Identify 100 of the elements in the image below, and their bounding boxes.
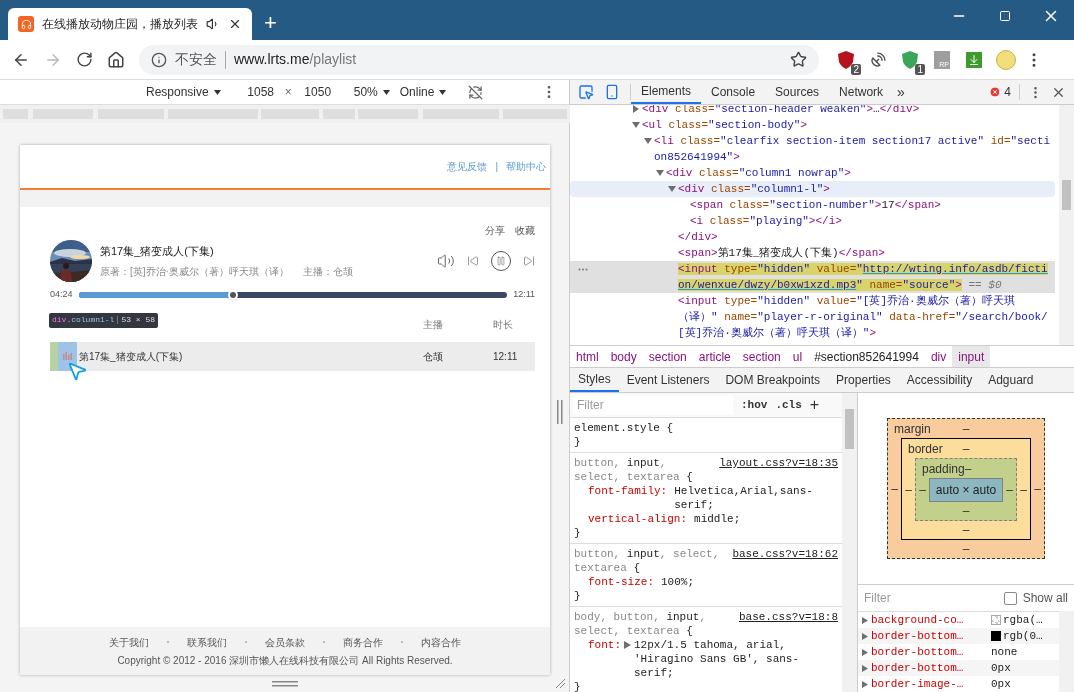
bookmark-star-icon[interactable] xyxy=(790,51,807,68)
download-icon[interactable] xyxy=(966,51,982,68)
device-dropdown[interactable]: Responsive xyxy=(146,83,221,101)
breadcrumb[interactable]: section xyxy=(736,346,787,367)
splitter-handle-icon[interactable] xyxy=(556,399,563,424)
breadcrumb[interactable]: html xyxy=(570,346,605,367)
css-property[interactable]: vertical-align: xyxy=(588,512,688,526)
home-icon[interactable] xyxy=(107,50,125,69)
styles-tab[interactable]: Accessibility xyxy=(898,368,981,392)
scrollbar[interactable] xyxy=(842,393,857,692)
css-property[interactable]: font: xyxy=(588,638,621,652)
color-swatch[interactable] xyxy=(991,615,1001,625)
close-icon[interactable] xyxy=(228,17,242,31)
css-value[interactable]: Helvetica,Arial,sans-serif; xyxy=(674,484,838,512)
satellite-dish-icon[interactable] xyxy=(869,51,887,68)
rule-source-link[interactable]: base.css?v=18:8 xyxy=(738,610,838,624)
rule-source-link[interactable]: base.css?v=18:62 xyxy=(732,547,838,561)
css-value[interactable]: 12px/1.5 tahoma, arial, 'Hiragino Sans GB', sans-serif; xyxy=(634,638,838,680)
inspect-icon[interactable] xyxy=(578,84,594,100)
dom-node[interactable]: <div class="column1-l"> xyxy=(678,181,1055,197)
footer-link[interactable]: 会员条款 xyxy=(265,634,305,650)
track-row[interactable]: 第17集_猪变成人(下集) 仓颉 12:11 xyxy=(50,341,535,371)
rule-source-link[interactable]: layout.css?v=18:35 xyxy=(719,456,838,470)
dom-node[interactable]: <span>第17集_猪变成人(下集)</span> xyxy=(678,245,1055,261)
new-rule-button[interactable]: + xyxy=(809,393,820,417)
devtools-tab[interactable]: Console xyxy=(701,80,766,104)
dom-closing-tag[interactable]: </div> xyxy=(678,229,718,245)
expand-arrow-icon[interactable] xyxy=(624,641,631,649)
action-link[interactable]: 收藏 xyxy=(515,223,535,238)
device-toggle-icon[interactable] xyxy=(604,84,620,100)
scrollbar[interactable] xyxy=(1059,611,1074,692)
footer-link[interactable]: 商务合作 xyxy=(343,634,383,650)
footer-link[interactable]: 关于我们 xyxy=(109,634,149,650)
expand-arrow-icon[interactable] xyxy=(668,185,676,193)
new-tab-button[interactable]: + xyxy=(264,12,277,34)
breadcrumb[interactable]: div xyxy=(924,346,953,367)
shield-icon[interactable] xyxy=(838,50,854,69)
devtools-tab[interactable]: Elements xyxy=(631,80,702,104)
styles-tab[interactable]: Adguard xyxy=(980,368,1042,392)
devtools-tab[interactable]: Sources xyxy=(765,80,830,104)
throttle-dropdown[interactable]: Online xyxy=(399,83,447,101)
expand-arrow-icon[interactable] xyxy=(656,169,664,177)
filter-field[interactable]: Filter xyxy=(573,395,733,415)
resize-handle-icon[interactable] xyxy=(272,680,298,687)
selected-row[interactable]: <input type="hidden" value="http://wting.info/asdb/fiction/wenxue/dwzy/b0xw1xzd.mp3" name="source"> == $0 xyxy=(570,261,1055,293)
hover-state-button[interactable]: :hov xyxy=(741,396,768,414)
css-property[interactable]: font-family: xyxy=(588,484,668,498)
css-property[interactable]: font-size: xyxy=(588,575,654,589)
width-field[interactable]: 1058 xyxy=(240,83,281,101)
color-swatch[interactable] xyxy=(991,631,1001,641)
previous-icon[interactable] xyxy=(467,255,479,267)
dom-node[interactable]: <span class="section-number">17</span> xyxy=(690,197,1055,213)
dom-node[interactable]: <i class="playing"></i> xyxy=(690,213,1055,229)
progress-track[interactable] xyxy=(78,291,508,298)
volume-icon[interactable] xyxy=(437,252,455,270)
footer-link[interactable]: 联系我们 xyxy=(187,634,227,650)
info-icon[interactable] xyxy=(151,51,167,68)
next-icon[interactable] xyxy=(523,255,535,267)
styles-tab[interactable]: DOM Breakpoints xyxy=(717,368,829,392)
reload-icon[interactable] xyxy=(76,51,93,68)
devtools-tab[interactable]: Network xyxy=(829,80,894,104)
breadcrumb[interactable]: section xyxy=(642,346,693,367)
expand-arrow-icon[interactable] xyxy=(632,105,640,113)
action-link[interactable]: 分享 xyxy=(485,223,505,238)
address-bar[interactable]: 不安全 www.lrts.me/playlist xyxy=(139,44,819,75)
footer-link[interactable]: 内容合作 xyxy=(421,634,461,650)
dom-node[interactable]: <li class="clearfix section-item section17 active" id="section852641994"> xyxy=(654,133,1055,165)
styles-tab[interactable]: Properties xyxy=(828,368,899,392)
breadcrumb[interactable]: #section852641994 xyxy=(808,346,925,367)
breadcrumb[interactable]: article xyxy=(692,346,737,367)
class-toggle-button[interactable]: .cls xyxy=(775,396,802,414)
hovered-row[interactable]: <div class="column1-l"> xyxy=(570,181,1055,197)
shield-icon[interactable] xyxy=(902,50,918,69)
maximize-icon[interactable] xyxy=(999,10,1011,22)
dom-node[interactable]: <ul class="section-body"> xyxy=(642,117,1055,133)
dimension-separator: × xyxy=(284,84,292,101)
expand-arrow-icon[interactable] xyxy=(632,121,640,129)
zoom-dropdown[interactable]: 50% xyxy=(353,83,390,101)
css-value[interactable]: 100%; xyxy=(661,575,838,589)
height-field[interactable]: 1050 xyxy=(297,83,338,101)
scrollbar[interactable] xyxy=(1059,105,1074,345)
styles-tab[interactable]: Event Listeners xyxy=(618,368,718,392)
progress-thumb[interactable] xyxy=(227,289,238,300)
expand-arrow-icon[interactable] xyxy=(644,137,652,145)
error-count[interactable]: 4 xyxy=(1004,83,1011,101)
more-tabs-button[interactable]: » xyxy=(893,81,909,103)
dom-node[interactable]: <input type="hidden" value="[英]乔治·奥威尔（著）呼天琪（译）" name="player-r-original" data-href="/search/book/[英]乔治·奥威尔（著）呼天琪（译）"> xyxy=(678,293,1055,341)
resize-corner-icon[interactable] xyxy=(554,678,565,688)
dom-node[interactable]: <div class="section-header weaken">…</div> xyxy=(642,105,1055,117)
dom-node[interactable]: <div class="column1 nowrap"> xyxy=(666,165,1055,181)
breadcrumb[interactable]: ul xyxy=(786,346,809,367)
browser-tab[interactable]: 在线播放动物庄园，播放列表 xyxy=(8,8,252,40)
ellipsis-icon[interactable] xyxy=(578,267,588,271)
show-all-checkbox[interactable] xyxy=(1003,591,1017,605)
breadcrumb[interactable]: input xyxy=(952,346,991,367)
rotate-icon[interactable] xyxy=(468,84,484,100)
computed-filter-field[interactable]: Filter xyxy=(864,588,998,609)
css-value[interactable]: middle; xyxy=(694,512,838,526)
breadcrumb[interactable]: body xyxy=(604,346,643,367)
box-value: – xyxy=(1019,481,1028,499)
